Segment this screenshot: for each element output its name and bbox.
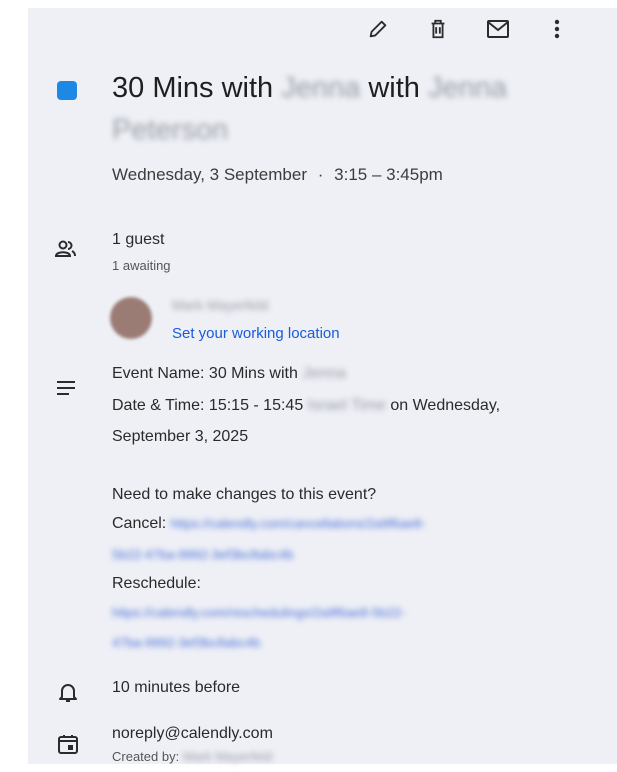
date-time-suffix: on Wednesday, bbox=[390, 397, 501, 414]
timezone-name: Israel Time bbox=[307, 397, 386, 414]
organizer-email: noreply@calendly.com bbox=[112, 725, 273, 742]
guest-awaiting: 1 awaiting bbox=[112, 258, 171, 273]
more-options-button[interactable] bbox=[542, 14, 572, 44]
cancel-label: Cancel: bbox=[112, 515, 167, 532]
event-color-swatch bbox=[57, 81, 77, 100]
changes-question: Need to make changes to this event? bbox=[112, 486, 377, 503]
trash-icon bbox=[431, 19, 445, 39]
event-datetime: Wednesday, 3 September · 3:15 – 3:45pm bbox=[112, 165, 443, 185]
event-date: Wednesday, 3 September bbox=[112, 165, 307, 184]
title-name-1: Jenna bbox=[281, 72, 361, 104]
created-by-row: Created by: Mark Mayerfeld bbox=[112, 749, 272, 764]
title-prefix: 30 Mins with bbox=[112, 72, 274, 104]
event-time: 3:15 – 3:45pm bbox=[334, 165, 443, 184]
cancel-link-cont[interactable]: 5b22-47ba-9992-3ef3bc8abc4b bbox=[112, 547, 293, 562]
bell-icon bbox=[59, 684, 77, 702]
event-name-person: Jenna bbox=[302, 365, 346, 382]
set-working-location-link[interactable]: Set your working location bbox=[172, 325, 340, 342]
event-name-label: Event Name: 30 Mins with bbox=[112, 365, 298, 382]
reschedule-link-cont[interactable]: 47ba-9992-3ef3bc8abc4b bbox=[112, 635, 260, 650]
guest-count: 1 guest bbox=[112, 231, 165, 248]
title-with: with bbox=[368, 72, 420, 104]
event-title-line-2: Peterson bbox=[112, 114, 228, 147]
calendar-icon bbox=[58, 735, 78, 754]
cancel-link[interactable]: https://calendly.com/cancellations/2a9f6… bbox=[171, 516, 426, 531]
reschedule-link[interactable]: https://calendly.com/reschedulings/2a9f6… bbox=[112, 605, 405, 620]
reschedule-label: Reschedule: bbox=[112, 575, 201, 592]
date-time-label: Date & Time: 15:15 - 15:45 bbox=[112, 397, 304, 414]
created-by-name: Mark Mayerfeld bbox=[182, 749, 273, 764]
event-title: 30 Mins with Jenna with Jenna bbox=[112, 72, 507, 105]
cancel-row: Cancel: https://calendly.com/cancellatio… bbox=[112, 515, 426, 533]
description-line-2: Date & Time: 15:15 - 15:45 Israel Time o… bbox=[112, 397, 500, 415]
title-surname: Peterson bbox=[112, 114, 229, 146]
title-name-2: Jenna bbox=[427, 72, 507, 104]
envelope-icon bbox=[487, 20, 509, 38]
created-by-label: Created by: bbox=[112, 749, 180, 764]
delete-button[interactable] bbox=[423, 14, 453, 44]
guest-avatar[interactable] bbox=[110, 297, 152, 339]
edit-button[interactable] bbox=[363, 14, 393, 44]
description-line-3: September 3, 2025 bbox=[112, 428, 249, 445]
description-line-1: Event Name: 30 Mins with Jenna bbox=[112, 365, 346, 383]
people-icon bbox=[54, 240, 76, 257]
notes-icon bbox=[57, 381, 75, 395]
reminder-text: 10 minutes before bbox=[112, 679, 241, 696]
datetime-separator: · bbox=[317, 165, 324, 184]
more-vert-icon bbox=[554, 19, 560, 39]
pencil-icon bbox=[369, 20, 387, 38]
guest-name[interactable]: Mark Mayerfeld bbox=[172, 297, 268, 313]
event-details-panel: 30 Mins with Jenna with Jenna Peterson W… bbox=[28, 8, 617, 764]
email-guests-button[interactable] bbox=[483, 14, 513, 44]
